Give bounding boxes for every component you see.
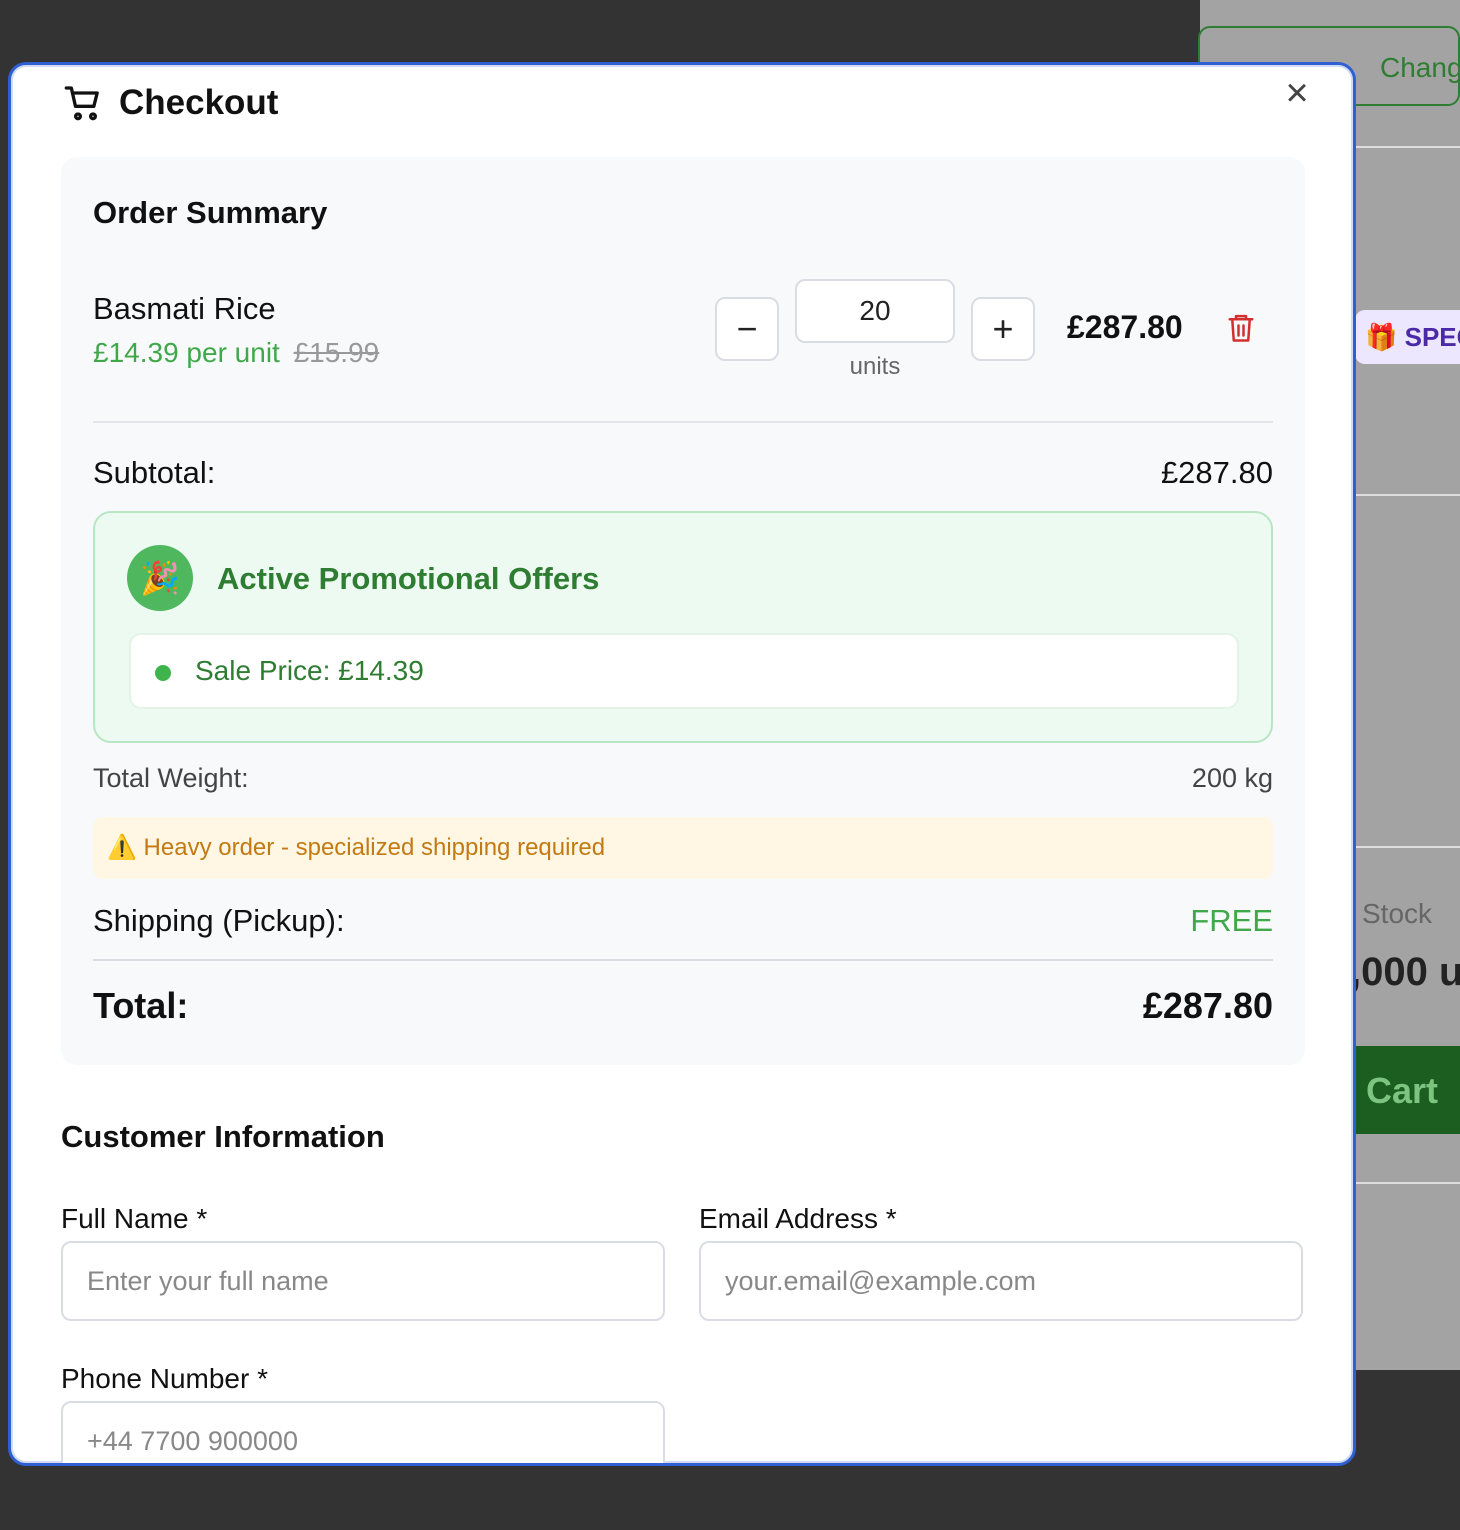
- sale-price: £14.39 per unit: [93, 337, 280, 368]
- full-name-input[interactable]: [61, 1241, 665, 1321]
- total-weight-label: Total Weight:: [93, 763, 249, 793]
- phone-label: Phone Number *: [61, 1363, 269, 1394]
- promo-offer-item: Sale Price: £14.39: [129, 633, 1239, 709]
- subtotal-value: £287.80: [1160, 455, 1273, 490]
- order-summary-title: Order Summary: [93, 195, 328, 230]
- party-popper-icon: 🎉: [127, 545, 193, 611]
- divider: [93, 421, 1273, 423]
- email-input[interactable]: [699, 1241, 1303, 1321]
- subtotal-label: Subtotal:: [93, 455, 216, 490]
- heavy-order-warning: ⚠️ Heavy order - specialized shipping re…: [93, 817, 1273, 879]
- modal-title: Checkout: [119, 83, 279, 122]
- quantity-unit: units: [849, 353, 901, 380]
- modal-header: Checkout: [63, 83, 278, 123]
- promo-title: Active Promotional Offers: [217, 561, 600, 596]
- bullet-dot-icon: [155, 665, 171, 681]
- bg-divider: [1352, 846, 1460, 848]
- stock-label: Stock: [1362, 898, 1433, 929]
- line-total: £287.80: [1067, 309, 1183, 345]
- shipping-label: Shipping (Pickup):: [93, 903, 345, 938]
- add-to-cart-button[interactable]: Cart: [1350, 1046, 1460, 1134]
- promo-offers-panel: 🎉 Active Promotional Offers Sale Price: …: [93, 511, 1273, 743]
- order-summary: Order Summary Basmati Rice £14.39 per un…: [61, 157, 1305, 1065]
- special-badge: 🎁 SPEC: [1355, 310, 1460, 364]
- divider: [93, 959, 1273, 961]
- bg-divider: [1352, 146, 1460, 148]
- increase-quantity-button[interactable]: +: [971, 297, 1035, 361]
- promo-offer-text: Sale Price: £14.39: [195, 655, 424, 686]
- total-label: Total:: [93, 985, 189, 1026]
- checkout-modal: × Checkout Order Summary Basmati Rice £1…: [8, 62, 1356, 1466]
- item-name: Basmati Rice: [93, 291, 276, 326]
- phone-input[interactable]: [61, 1401, 665, 1463]
- original-price: £15.99: [293, 337, 380, 368]
- trash-icon: [1228, 314, 1254, 342]
- email-label: Email Address *: [699, 1203, 897, 1234]
- item-unit-price: £14.39 per unit £15.99: [93, 337, 379, 369]
- full-name-label: Full Name *: [61, 1203, 208, 1234]
- remove-item-button[interactable]: [1225, 311, 1257, 347]
- quantity-input[interactable]: [795, 279, 955, 343]
- cart-icon: [64, 86, 99, 121]
- stock-value: ,000 u: [1350, 950, 1460, 994]
- close-button[interactable]: ×: [1277, 73, 1317, 113]
- total-weight-value: 200 kg: [1191, 763, 1273, 793]
- decrease-quantity-button[interactable]: −: [715, 297, 779, 361]
- shipping-value: FREE: [1190, 903, 1273, 938]
- bg-divider: [1352, 1182, 1460, 1184]
- bg-divider: [1352, 494, 1460, 496]
- total-value: £287.80: [1142, 985, 1273, 1026]
- customer-info-title: Customer Information: [61, 1119, 385, 1154]
